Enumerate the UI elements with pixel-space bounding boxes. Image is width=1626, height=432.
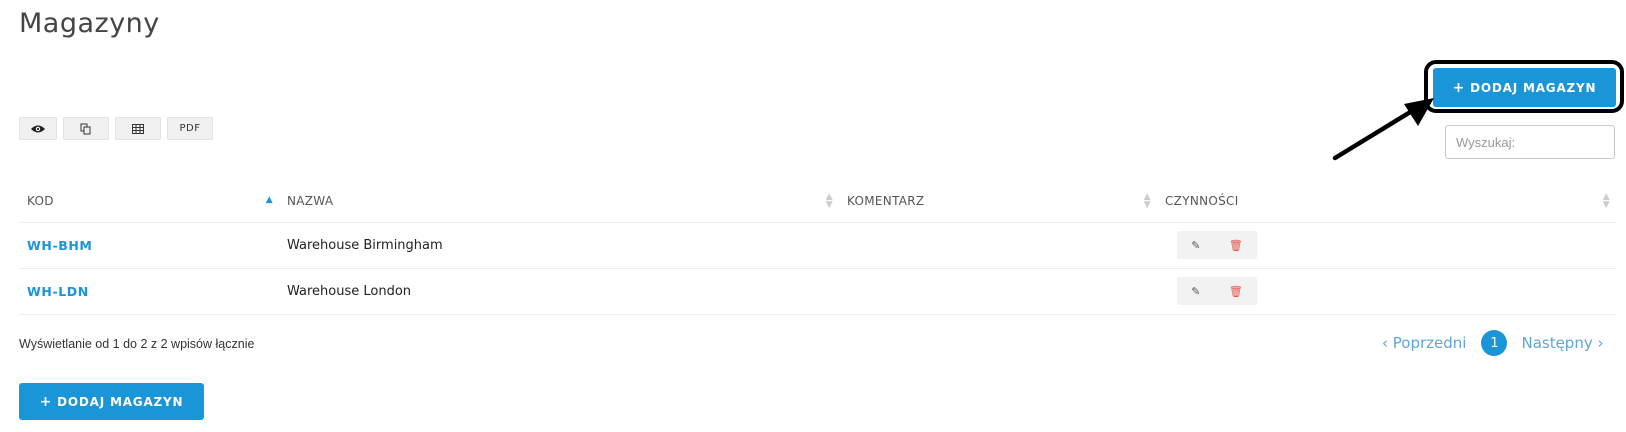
column-header-code[interactable]: KOD ▲	[19, 180, 279, 223]
column-header-actions[interactable]: CZYNNOŚCI ▲ ▼	[1157, 180, 1616, 223]
pdf-export-button[interactable]: PDF	[167, 117, 213, 140]
warehouse-name: Warehouse Birmingham	[279, 222, 839, 269]
table-header-row: KOD ▲ NAZWA ▲ ▼ KOMENTARZ ▲ ▼ CZYNNOŚCI ▲ ▼	[19, 180, 1616, 223]
warehouse-comment	[839, 222, 1157, 269]
warehouse-name: Warehouse London	[279, 268, 839, 315]
sort-icon: ▲ ▼	[1602, 192, 1610, 210]
row-actions: ✎ 🗑	[1157, 268, 1616, 315]
warehouse-code-link[interactable]: WH-BHM	[19, 222, 279, 269]
table-info: Wyświetlanie od 1 do 2 z 2 wpisów łączni…	[19, 337, 255, 351]
sort-icon: ▲ ▼	[825, 192, 833, 210]
edit-icon[interactable]: ✎	[1191, 285, 1200, 298]
column-visibility-button[interactable]	[19, 117, 57, 140]
plus-icon: +	[1452, 79, 1466, 96]
warehouse-comment	[839, 268, 1157, 315]
sort-icon: ▲ ▼	[1143, 192, 1151, 210]
add-warehouse-button-bottom[interactable]: + DODAJ MAGAZYN	[19, 383, 204, 420]
edit-icon[interactable]: ✎	[1191, 239, 1200, 252]
add-warehouse-button-top[interactable]: + DODAJ MAGAZYN	[1433, 68, 1616, 107]
annotation-arrow	[1332, 98, 1434, 161]
row-actions: ✎ 🗑	[1157, 222, 1616, 269]
pagination-page-1[interactable]: 1	[1481, 330, 1508, 356]
column-header-name[interactable]: NAZWA ▲ ▼	[279, 180, 839, 223]
add-warehouse-label: DODAJ MAGAZYN	[1470, 80, 1597, 95]
table-row: WH-LDN Warehouse London ✎ 🗑	[19, 268, 1616, 315]
warehouses-table: KOD ▲ NAZWA ▲ ▼ KOMENTARZ ▲ ▼ CZYNNOŚCI ▲ ▼…	[19, 180, 1616, 315]
page-title: Magazyny	[19, 8, 160, 39]
column-header-comment[interactable]: KOMENTARZ ▲ ▼	[839, 180, 1157, 223]
pagination-prev[interactable]: ‹ Poprzedni	[1382, 334, 1466, 352]
warehouse-code-link[interactable]: WH-LDN	[19, 268, 279, 315]
export-toolbar: PDF	[19, 117, 213, 140]
excel-export-button[interactable]	[115, 117, 161, 140]
search-input[interactable]	[1445, 125, 1615, 159]
pagination: ‹ Poprzedni 1 Następny ›	[1382, 330, 1604, 356]
sort-asc-icon: ▲	[265, 195, 273, 205]
copy-button[interactable]	[63, 117, 109, 140]
add-warehouse-label: DODAJ MAGAZYN	[57, 394, 184, 409]
trash-icon[interactable]: 🗑	[1229, 239, 1243, 252]
table-row: WH-BHM Warehouse Birmingham ✎ 🗑	[19, 222, 1616, 269]
plus-icon: +	[39, 393, 53, 410]
copy-icon	[80, 123, 91, 134]
table-icon	[132, 123, 144, 134]
pagination-next[interactable]: Następny ›	[1521, 334, 1603, 352]
eye-icon	[31, 125, 45, 132]
trash-icon[interactable]: 🗑	[1229, 285, 1243, 298]
